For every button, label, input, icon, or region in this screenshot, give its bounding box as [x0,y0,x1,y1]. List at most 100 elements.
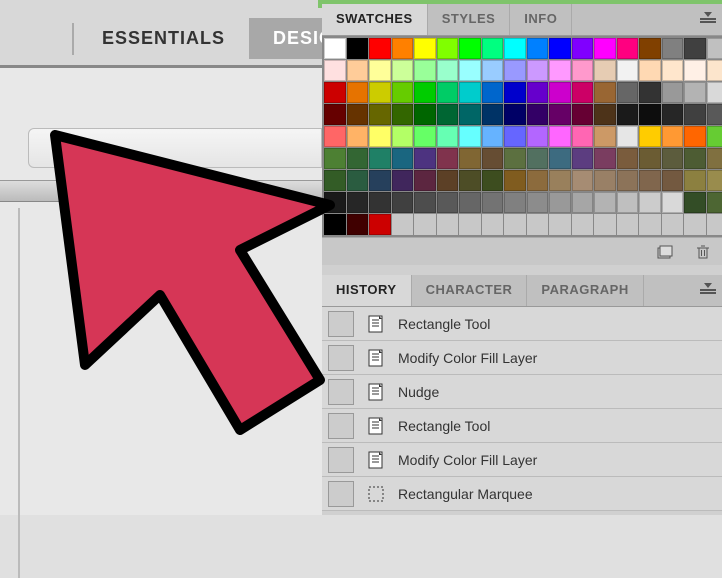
color-swatch[interactable] [707,192,722,213]
color-swatch[interactable] [639,148,661,169]
color-swatch[interactable] [707,170,722,191]
color-swatch[interactable] [347,148,369,169]
color-swatch[interactable] [549,148,571,169]
color-swatch[interactable] [617,60,639,81]
color-swatch[interactable] [572,126,594,147]
color-swatch[interactable] [549,104,571,125]
tab-history[interactable]: HISTORY [322,275,412,306]
color-swatch[interactable] [459,170,481,191]
color-swatch[interactable] [504,192,526,213]
ruler-bar[interactable] [0,180,322,202]
color-swatch[interactable] [437,82,459,103]
color-swatch[interactable] [572,148,594,169]
color-swatch[interactable] [549,126,571,147]
color-swatch[interactable] [617,126,639,147]
history-item[interactable]: Rectangular Marquee [322,477,722,511]
color-swatch[interactable] [527,170,549,191]
color-swatch[interactable] [347,170,369,191]
color-swatch[interactable] [549,38,571,59]
color-swatch[interactable] [707,82,722,103]
color-swatch[interactable] [504,38,526,59]
color-swatch[interactable] [707,104,722,125]
delete-swatch-icon[interactable] [694,243,712,261]
color-swatch[interactable] [482,148,504,169]
color-swatch[interactable] [527,60,549,81]
color-swatch[interactable] [347,214,369,235]
color-swatch[interactable] [482,104,504,125]
color-swatch[interactable] [617,148,639,169]
color-swatch[interactable] [482,126,504,147]
color-swatch[interactable] [459,148,481,169]
color-swatch[interactable] [324,126,346,147]
color-swatch[interactable] [639,170,661,191]
color-swatch[interactable] [392,126,414,147]
color-swatch[interactable] [437,192,459,213]
color-swatch[interactable] [369,82,391,103]
panel-menu-icon[interactable] [700,283,716,295]
tab-swatches[interactable]: SWATCHES [322,4,428,35]
color-swatch[interactable] [347,38,369,59]
color-swatch[interactable] [684,60,706,81]
color-swatch[interactable] [369,60,391,81]
color-swatch[interactable] [414,192,436,213]
color-swatch[interactable] [527,38,549,59]
history-item[interactable]: Nudge [322,375,722,409]
color-swatch[interactable] [527,104,549,125]
color-swatch[interactable] [504,82,526,103]
color-swatch[interactable] [707,126,722,147]
color-swatch[interactable] [347,104,369,125]
color-swatch[interactable] [594,60,616,81]
color-swatch[interactable] [437,60,459,81]
color-swatch[interactable] [639,192,661,213]
color-swatch[interactable] [437,38,459,59]
color-swatch[interactable] [594,82,616,103]
color-swatch[interactable] [414,60,436,81]
color-swatch[interactable] [639,126,661,147]
color-swatch[interactable] [549,192,571,213]
color-swatch[interactable] [504,60,526,81]
color-swatch[interactable] [369,170,391,191]
color-swatch[interactable] [684,82,706,103]
color-swatch[interactable] [504,126,526,147]
color-swatch[interactable] [324,170,346,191]
color-swatch[interactable] [392,82,414,103]
color-swatch[interactable] [482,82,504,103]
color-swatch[interactable] [527,126,549,147]
color-swatch[interactable] [684,104,706,125]
color-swatch[interactable] [684,192,706,213]
color-swatch[interactable] [594,104,616,125]
color-swatch[interactable] [572,192,594,213]
color-swatch[interactable] [369,148,391,169]
color-swatch[interactable] [707,148,722,169]
color-swatch[interactable] [639,82,661,103]
color-swatch[interactable] [594,170,616,191]
color-swatch[interactable] [369,126,391,147]
history-item[interactable]: Rectangle Tool [322,409,722,443]
color-swatch[interactable] [392,38,414,59]
color-swatch[interactable] [617,38,639,59]
color-swatch[interactable] [392,60,414,81]
color-swatch[interactable] [684,126,706,147]
color-swatch[interactable] [324,104,346,125]
color-swatch[interactable] [482,38,504,59]
color-swatch[interactable] [594,38,616,59]
color-swatch[interactable] [504,148,526,169]
color-swatch[interactable] [639,104,661,125]
color-swatch[interactable] [662,82,684,103]
color-swatch[interactable] [482,170,504,191]
color-swatch[interactable] [662,126,684,147]
color-swatch[interactable] [459,60,481,81]
color-swatch[interactable] [639,60,661,81]
color-swatch[interactable] [594,148,616,169]
color-swatch[interactable] [617,104,639,125]
color-swatch[interactable] [662,192,684,213]
color-swatch[interactable] [572,60,594,81]
color-swatch[interactable] [414,126,436,147]
color-swatch[interactable] [594,126,616,147]
history-item[interactable]: Modify Color Fill Layer [322,341,722,375]
color-swatch[interactable] [347,126,369,147]
color-swatch[interactable] [662,60,684,81]
color-swatch[interactable] [504,104,526,125]
color-swatch[interactable] [392,192,414,213]
color-swatch[interactable] [459,38,481,59]
